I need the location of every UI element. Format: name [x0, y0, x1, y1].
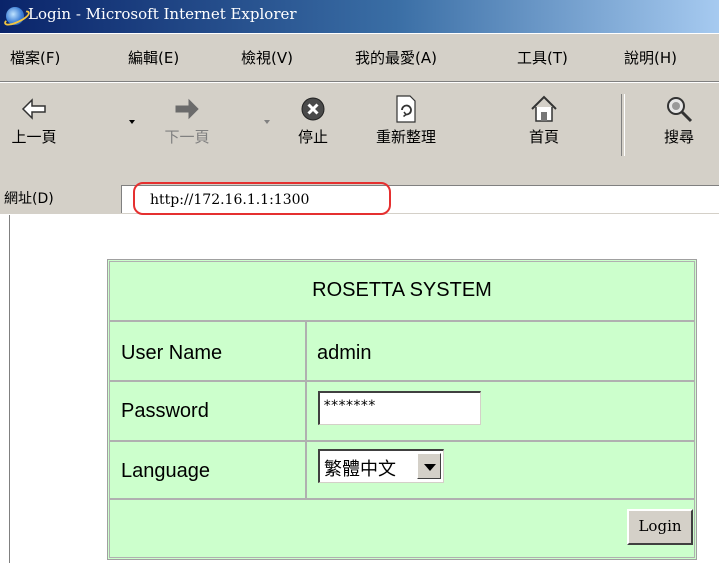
menu-view[interactable]: 檢視(V) — [241, 47, 293, 68]
stop-button[interactable]: 停止 — [293, 94, 333, 147]
stop-label: 停止 — [297, 128, 328, 146]
back-arrow-icon — [6, 94, 62, 124]
username-value-cell: admin — [306, 321, 695, 381]
language-select[interactable]: 繁體中文 — [318, 449, 444, 483]
password-label-cell: Password — [109, 381, 306, 441]
title-bar: Login - Microsoft Internet Explorer — [0, 0, 719, 33]
menu-file[interactable]: 檔案(F) — [10, 47, 60, 68]
forward-arrow-icon — [159, 94, 215, 124]
forward-label: 下一頁 — [164, 128, 210, 146]
menu-help[interactable]: 說明(H) — [624, 47, 677, 68]
refresh-label: 重新整理 — [375, 128, 436, 146]
submit-row-cell — [109, 499, 695, 558]
menu-bar: 檔案(F) 編輯(E) 檢視(V) 我的最愛(A) 工具(T) 說明(H) — [0, 33, 719, 82]
system-title: ROSETTA SYSTEM — [312, 279, 492, 301]
language-selected-value: 繁體中文 — [324, 459, 396, 480]
dropdown-arrow-icon[interactable] — [417, 453, 441, 479]
refresh-button[interactable]: 重新整理 — [368, 94, 444, 147]
page-frame-edge — [9, 215, 10, 563]
login-button[interactable]: Login — [627, 509, 693, 545]
toolbar: 上一頁 下一頁 停止 重新整理 首頁 搜尋 — [0, 82, 719, 182]
search-icon — [654, 94, 704, 124]
search-button[interactable]: 搜尋 — [654, 94, 704, 147]
home-icon — [524, 94, 564, 124]
back-dropdown-icon[interactable] — [129, 120, 135, 124]
language-label-cell: Language — [109, 441, 306, 499]
refresh-icon — [368, 94, 444, 124]
menu-edit[interactable]: 編輯(E) — [128, 47, 179, 68]
menu-favorites[interactable]: 我的最愛(A) — [355, 47, 437, 68]
username-label-cell: User Name — [109, 321, 306, 381]
address-label: 網址(D) — [4, 191, 54, 207]
forward-dropdown-icon[interactable] — [264, 120, 270, 124]
ie-icon — [6, 7, 24, 25]
window-title: Login - Microsoft Internet Explorer — [28, 5, 297, 23]
username-value: admin — [317, 342, 372, 364]
search-label: 搜尋 — [663, 128, 694, 146]
home-button[interactable]: 首頁 — [524, 94, 564, 147]
forward-button[interactable]: 下一頁 — [159, 94, 215, 147]
language-label: Language — [121, 460, 210, 482]
login-header-cell: ROSETTA SYSTEM — [109, 261, 695, 321]
password-label: Password — [121, 400, 209, 422]
back-label: 上一頁 — [11, 128, 57, 146]
password-input[interactable]: ******* — [318, 391, 481, 425]
stop-icon — [293, 94, 333, 124]
toolbar-separator — [621, 94, 625, 156]
url-highlight-annotation — [133, 182, 391, 215]
username-label: User Name — [121, 342, 223, 364]
back-button[interactable]: 上一頁 — [6, 94, 62, 147]
menu-tools[interactable]: 工具(T) — [517, 47, 568, 68]
home-label: 首頁 — [528, 128, 559, 146]
